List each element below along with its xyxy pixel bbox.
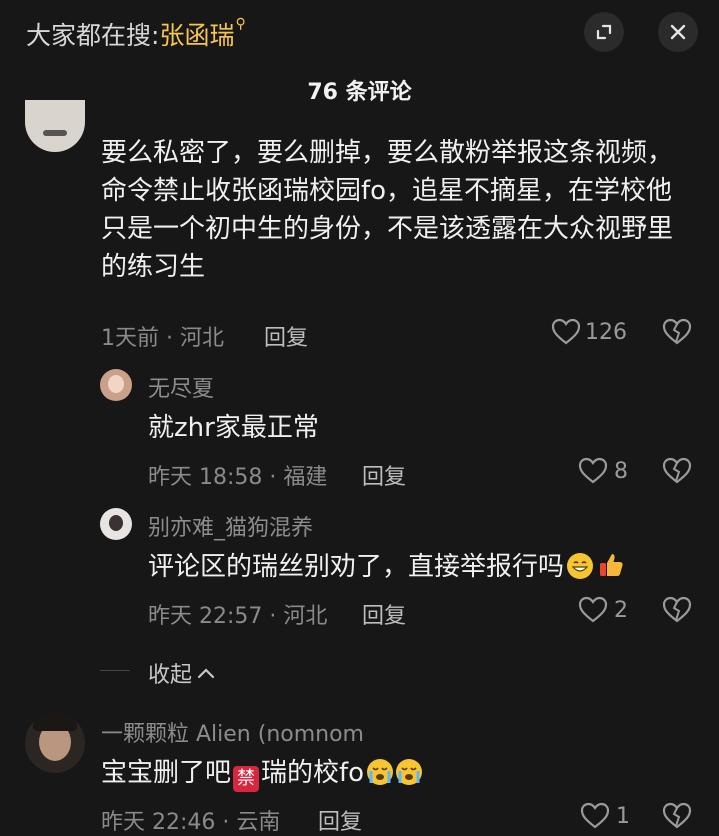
reply-button[interactable]: 回复 (362, 598, 406, 630)
dislike-icon[interactable] (661, 318, 693, 346)
reply-button[interactable]: 回复 (362, 459, 406, 491)
search-prefix: 大家都在搜: (26, 21, 160, 50)
chevron-up-icon (197, 668, 215, 679)
comment-meta: 昨天 22:57 · 河北 (148, 604, 328, 629)
dislike-icon[interactable] (661, 457, 693, 485)
like-count: 8 (614, 458, 628, 484)
dislike-icon[interactable] (661, 802, 693, 830)
ban-emoji-icon: 禁 (233, 766, 260, 792)
comment-meta: 昨天 22:46 · 云南 (101, 810, 281, 835)
collapse-label: 收起 (148, 663, 193, 688)
username[interactable]: 别亦难_猫狗混养 (148, 510, 313, 542)
thumbs-up-icon (597, 551, 625, 590)
like-count: 2 (614, 597, 628, 623)
comment-body-suffix: 瑞的校fo (261, 758, 365, 788)
username[interactable]: 一颗颗粒 Alien (nomnom (101, 716, 364, 748)
avatar[interactable] (100, 369, 132, 401)
like-button[interactable]: 1 (580, 802, 630, 830)
avatar-detail (108, 375, 124, 393)
crying-emoji-icon (396, 759, 423, 785)
avatar-detail (43, 130, 67, 136)
avatar-detail (33, 713, 77, 731)
comment-body: 要么私密了，要么删掉，要么散粉举报这条视频，命令禁止收张函瑞校园fo，追星不摘星… (101, 138, 674, 282)
expand-button[interactable] (584, 12, 624, 52)
collapse-divider (100, 670, 130, 671)
avatar[interactable] (25, 713, 85, 773)
comment-meta: 1天前 · 河北 (101, 326, 224, 351)
expand-icon (596, 24, 612, 40)
close-button[interactable] (658, 12, 698, 52)
comment-body: 就zhr家最正常 (148, 413, 319, 443)
comment-body-row: 评论区的瑞丝别劝了，直接举报行吗 (148, 548, 625, 590)
comment-body-row: 宝宝删了吧禁瑞的校fo (101, 754, 423, 792)
close-icon (670, 24, 686, 40)
crying-emoji-icon (367, 759, 394, 785)
comments-title: 76 条评论 (307, 80, 412, 105)
heart-icon (578, 596, 608, 623)
avatar[interactable] (100, 508, 132, 540)
avatar[interactable] (25, 100, 85, 152)
like-button[interactable]: 2 (578, 596, 628, 624)
heart-icon (551, 318, 581, 345)
search-suggestion[interactable]: 大家都在搜:张函瑞⚲ (26, 16, 246, 52)
reply-button[interactable]: 回复 (318, 804, 362, 836)
like-button[interactable]: 126 (551, 318, 627, 346)
search-icon: ⚲ (235, 16, 246, 32)
comment-body: 评论区的瑞丝别劝了，直接举报行吗 (148, 552, 565, 582)
like-count: 126 (585, 319, 627, 345)
search-keyword[interactable]: 张函瑞 (159, 21, 234, 50)
reply-button[interactable]: 回复 (264, 320, 308, 352)
heart-icon (580, 802, 610, 829)
like-count: 1 (616, 803, 630, 829)
avatar-detail (109, 515, 123, 531)
comment-body-prefix: 宝宝删了吧 (101, 758, 232, 788)
collapse-button[interactable]: 收起 (148, 657, 216, 689)
like-button[interactable]: 8 (578, 457, 628, 485)
grin-emoji-icon (567, 553, 594, 579)
comment-meta: 昨天 18:58 · 福建 (148, 465, 328, 490)
username[interactable]: 无尽夏 (148, 371, 214, 403)
dislike-icon[interactable] (661, 596, 693, 624)
heart-icon (578, 457, 608, 484)
